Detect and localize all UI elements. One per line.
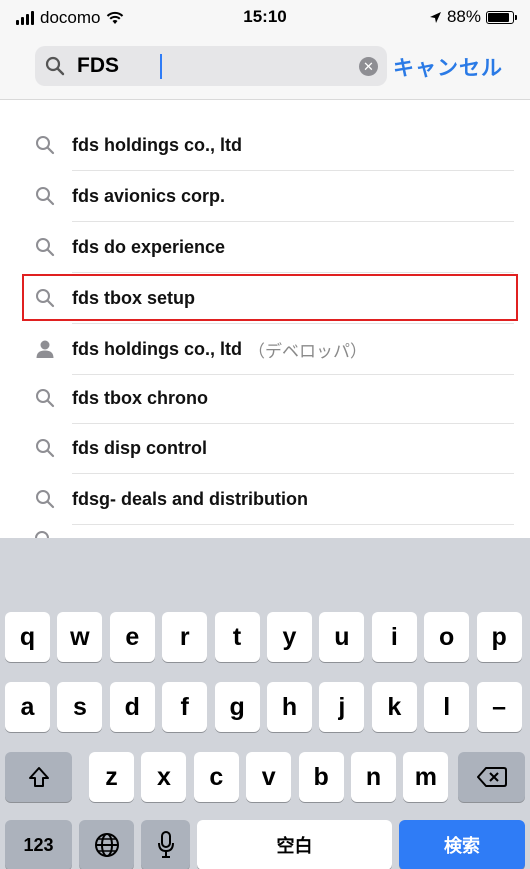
battery-icon — [486, 10, 517, 24]
key-y[interactable]: y — [267, 612, 312, 662]
search-box[interactable]: ✕ — [35, 46, 387, 86]
person-icon — [34, 338, 56, 360]
suggestion-item[interactable]: fds disp control — [22, 423, 514, 473]
shift-icon — [28, 767, 49, 787]
search-icon — [34, 488, 56, 510]
key-i[interactable]: i — [371, 612, 417, 662]
globe-key[interactable] — [79, 820, 134, 869]
key-b[interactable]: b — [298, 752, 344, 802]
key-a[interactable]: a — [5, 682, 50, 732]
key-v[interactable]: v — [246, 752, 292, 802]
key-z[interactable]: z — [89, 752, 134, 802]
key-h[interactable]: h — [267, 682, 312, 732]
status-bar: docomo 15:10 88% — [0, 0, 530, 34]
suggestion-item[interactable]: fds avionics corp. — [22, 171, 514, 221]
search-input[interactable] — [77, 52, 357, 80]
key-f[interactable]: f — [162, 682, 208, 732]
suggestion-label: fds tbox chrono — [72, 387, 208, 408]
microphone-key[interactable] — [141, 820, 190, 869]
keyboard: q w e r t y u i o p a s d f g h j k l – z x c v b n m 123 空白 検索 — [0, 538, 530, 869]
key-r[interactable]: r — [162, 612, 208, 662]
text-caret — [160, 54, 162, 79]
suggestion-list: fds holdings co., ltd fds avionics corp. f… — [0, 100, 530, 538]
key-x[interactable]: x — [141, 752, 187, 802]
microphone-icon — [157, 831, 174, 858]
key-q[interactable]: q — [5, 612, 50, 662]
clear-icon[interactable]: ✕ — [359, 57, 378, 76]
search-icon — [45, 56, 65, 76]
globe-icon — [94, 833, 119, 857]
search-icon — [34, 437, 56, 459]
key-d[interactable]: d — [109, 682, 155, 732]
suggestion-item[interactable]: fds holdings co., ltd — [22, 120, 514, 170]
shift-key[interactable] — [5, 752, 72, 802]
search-header: ✕ キャンセル — [0, 34, 530, 100]
suggestion-item[interactable]: fdsg- deals and distribution — [22, 474, 514, 524]
key-m[interactable]: m — [403, 752, 449, 802]
search-key[interactable]: 検索 — [399, 820, 525, 869]
location-arrow-icon — [429, 11, 441, 23]
suggestion-item[interactable]: fds holdings co., ltd （デベロッパ） — [22, 324, 514, 374]
key-g[interactable]: g — [214, 682, 260, 732]
key-k[interactable]: k — [371, 682, 417, 732]
search-icon — [34, 387, 56, 409]
key-c[interactable]: c — [193, 752, 239, 802]
suggestion-label: fds holdings co., ltd — [72, 338, 242, 359]
status-right: 88% — [429, 7, 517, 27]
divider — [72, 524, 514, 525]
key-e[interactable]: e — [109, 612, 155, 662]
key-dash[interactable]: – — [476, 682, 522, 732]
suggestion-label: fds disp control — [72, 437, 207, 458]
suggestion-item[interactable]: fds do experience — [22, 222, 514, 272]
search-icon — [34, 530, 54, 538]
suggestion-label: fds holdings co., ltd — [72, 134, 242, 155]
suggestion-label: fdsg- deals and distribution — [72, 488, 309, 509]
suggestion-label: fds avionics corp. — [72, 185, 226, 206]
key-w[interactable]: w — [57, 612, 103, 662]
highlight-box — [22, 274, 518, 321]
key-o[interactable]: o — [424, 612, 470, 662]
key-n[interactable]: n — [351, 752, 396, 802]
backspace-key[interactable] — [458, 752, 525, 802]
suggestion-label: fds do experience — [72, 236, 226, 257]
backspace-icon — [476, 767, 507, 787]
suggestion-item[interactable]: fds tbox chrono — [22, 373, 514, 423]
key-u[interactable]: u — [319, 612, 365, 662]
suggestion-sublabel: （デベロッパ） — [248, 341, 367, 361]
key-t[interactable]: t — [214, 612, 260, 662]
battery-percent: 88% — [446, 7, 481, 26]
battery-fill — [488, 12, 510, 22]
numbers-key[interactable]: 123 — [5, 820, 72, 869]
key-s[interactable]: s — [57, 682, 103, 732]
search-icon — [34, 236, 56, 258]
space-key[interactable]: 空白 — [197, 820, 392, 869]
search-icon — [34, 185, 56, 207]
search-icon — [34, 134, 56, 156]
cancel-button[interactable]: キャンセル — [393, 52, 503, 82]
key-l[interactable]: l — [424, 682, 470, 732]
key-p[interactable]: p — [476, 612, 522, 662]
key-j[interactable]: j — [319, 682, 365, 732]
